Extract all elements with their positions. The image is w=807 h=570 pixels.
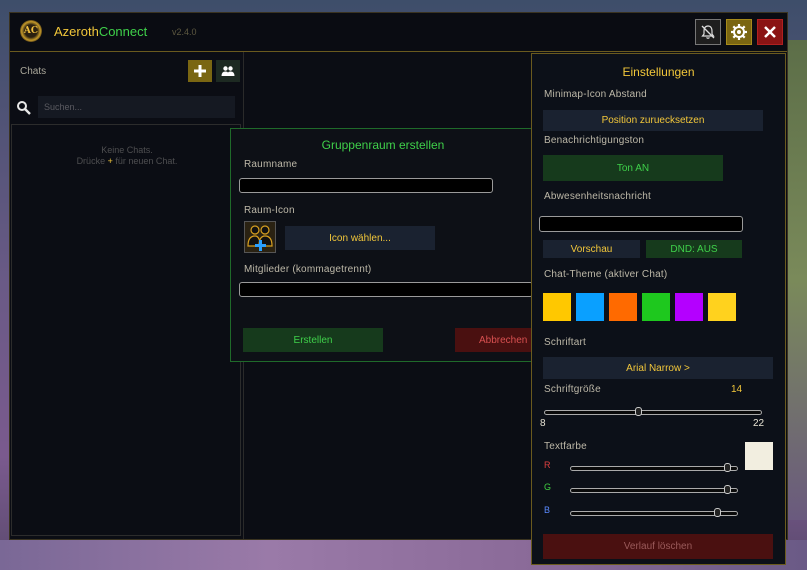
red-slider-thumb[interactable]: [724, 463, 731, 472]
room-icon-label: Raum-Icon: [244, 205, 295, 216]
font-size-min: 8: [540, 418, 546, 429]
empty-line-2: Drücke + für neuen Chat.: [12, 156, 242, 167]
clear-history-button[interactable]: Verlauf löschen: [543, 534, 773, 559]
blue-slider-thumb[interactable]: [714, 508, 721, 517]
create-button[interactable]: Erstellen: [243, 328, 383, 352]
chat-theme-label: Chat-Theme (aktiver Chat): [544, 269, 668, 280]
preview-button[interactable]: Vorschau: [543, 240, 640, 258]
red-slider[interactable]: [570, 463, 738, 472]
dnd-toggle-button[interactable]: DND: AUS: [646, 240, 742, 258]
theme-swatch-4[interactable]: [642, 293, 670, 321]
green-label: G: [544, 482, 552, 492]
font-size-label: Schriftgröße: [544, 384, 601, 395]
away-message-input[interactable]: [539, 216, 743, 232]
empty-line-1: Keine Chats.: [101, 145, 153, 155]
app-title: AzerothConnect: [54, 24, 147, 39]
font-size-max: 22: [753, 418, 765, 429]
settings-title: Einstellungen: [622, 65, 695, 79]
new-chat-button[interactable]: [188, 60, 212, 82]
chat-list: Keine Chats. Drücke + für neuen Chat.: [11, 124, 241, 536]
close-button[interactable]: [757, 19, 783, 45]
notification-sound-label: Benachrichtigungston: [544, 135, 645, 146]
away-message-label: Abwesenheitsnachricht: [544, 191, 652, 202]
settings-panel: Einstellungen Minimap-Icon Abstand Posit…: [531, 53, 786, 565]
close-icon: [764, 26, 776, 38]
green-slider[interactable]: [570, 485, 738, 494]
blue-label: B: [544, 505, 551, 515]
green-slider-thumb[interactable]: [724, 485, 731, 494]
font-size-slider[interactable]: [544, 407, 762, 416]
search-bar: [12, 95, 237, 121]
font-size-slider-thumb[interactable]: [635, 407, 642, 416]
title-bar[interactable]: AC AzerothConnect v2.4.0: [10, 13, 787, 52]
new-group-button[interactable]: [216, 60, 240, 82]
blue-slider[interactable]: [570, 508, 738, 517]
sound-toggle-button[interactable]: Ton AN: [543, 155, 723, 181]
text-color-label: Textfarbe: [544, 441, 587, 452]
dialog-title: Gruppenraum erstellen: [321, 138, 445, 152]
theme-swatch-2[interactable]: [576, 293, 604, 321]
chat-sidebar: Chats Keine Chats.: [10, 52, 244, 539]
theme-swatch-5[interactable]: [675, 293, 703, 321]
app-logo: AC: [20, 20, 42, 42]
empty-chats-message: Keine Chats. Drücke + für neuen Chat.: [12, 145, 242, 167]
empty-line-2-plus: +: [107, 156, 113, 166]
members-input[interactable]: [239, 282, 533, 297]
empty-line-2-post: für neuen Chat.: [115, 156, 178, 166]
app-version: v2.4.0: [172, 27, 197, 37]
font-size-value: 14: [731, 384, 743, 395]
reset-position-button[interactable]: Position zuruecksetzen: [543, 110, 763, 131]
font-label: Schriftart: [544, 337, 587, 348]
group-icon: [247, 225, 273, 251]
cancel-button[interactable]: Abbrechen: [455, 328, 535, 352]
notifications-muted-button[interactable]: [695, 19, 721, 45]
game-background-right: [785, 40, 807, 520]
app-title-part1: Azeroth: [54, 24, 99, 39]
search-icon: [16, 100, 32, 116]
chats-heading: Chats: [20, 66, 47, 77]
plus-icon: [194, 65, 206, 77]
group-icon: [221, 66, 235, 76]
gear-icon: [731, 24, 747, 40]
font-select-button[interactable]: Arial Narrow >: [543, 357, 773, 379]
settings-button[interactable]: [726, 19, 752, 45]
room-icon-preview: [244, 221, 276, 253]
members-label: Mitglieder (kommagetrennt): [244, 264, 372, 275]
theme-swatch-3[interactable]: [609, 293, 637, 321]
choose-icon-button[interactable]: Icon wählen...: [285, 226, 435, 250]
red-label: R: [544, 460, 551, 470]
room-name-input[interactable]: [239, 178, 493, 193]
empty-line-2-pre: Drücke: [76, 156, 106, 166]
bell-off-icon: [701, 25, 715, 39]
app-title-part2: Connect: [98, 24, 148, 39]
theme-swatch-6[interactable]: [708, 293, 736, 321]
theme-swatch-1[interactable]: [543, 293, 571, 321]
create-group-dialog: Gruppenraum erstellen Raumname Raum-Icon…: [230, 128, 535, 362]
minimap-label: Minimap-Icon Abstand: [544, 89, 647, 100]
text-color-preview: [745, 442, 773, 470]
search-input[interactable]: [38, 96, 235, 118]
room-name-label: Raumname: [244, 159, 298, 170]
